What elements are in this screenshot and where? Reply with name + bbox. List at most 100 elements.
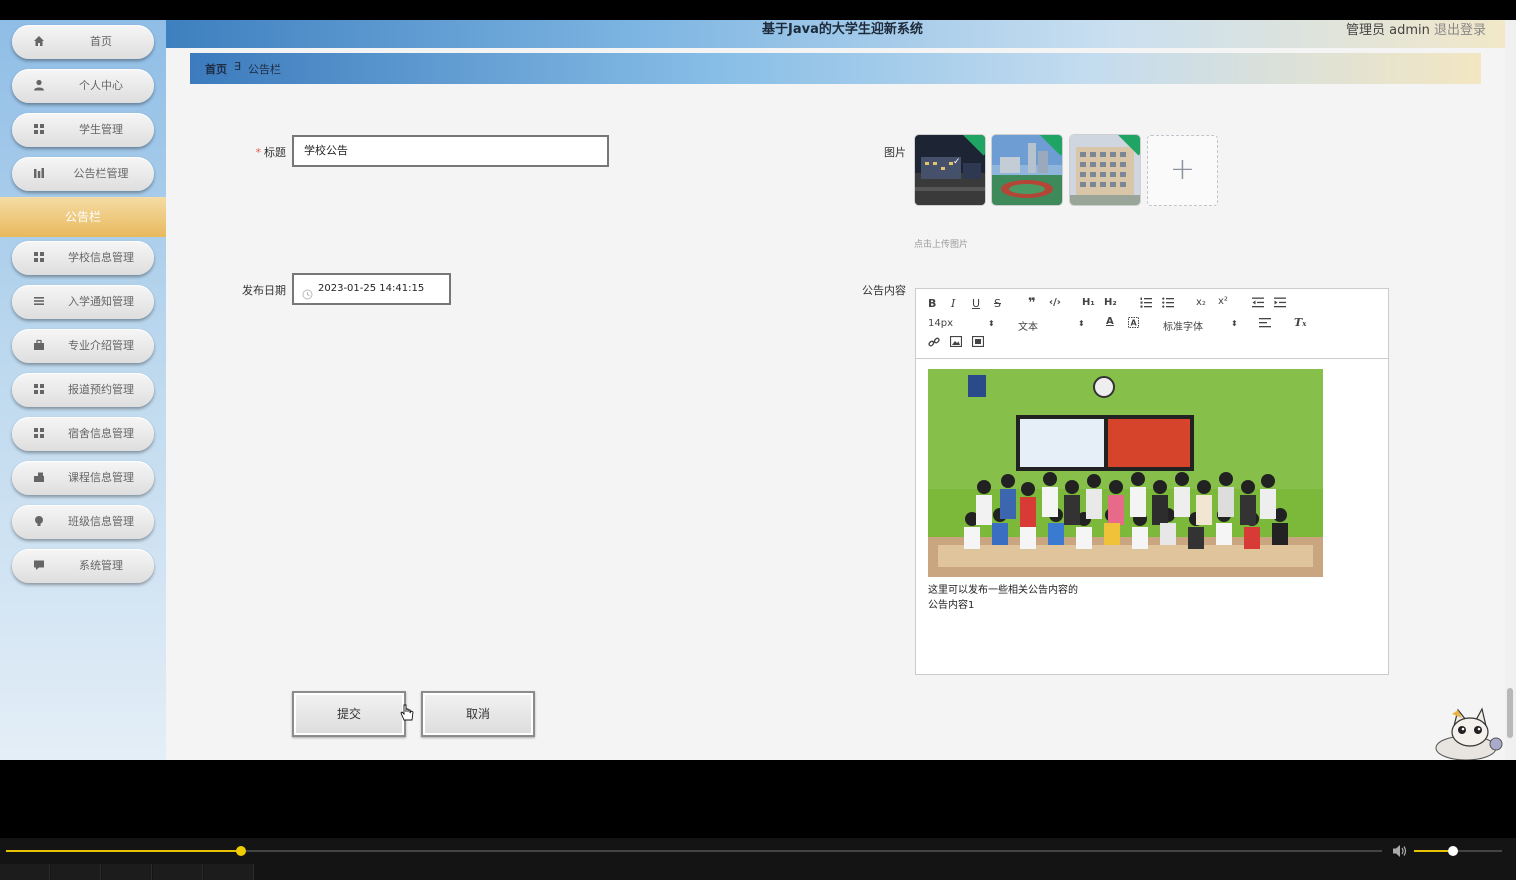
sidebar-item-label: 入学通知管理 xyxy=(68,295,134,308)
control-segment xyxy=(51,864,101,880)
sidebar-item-label: 专业介绍管理 xyxy=(68,339,134,352)
sidebar-item-class[interactable]: 班级信息管理 xyxy=(12,505,154,539)
breadcrumb-separator: ∃ xyxy=(234,60,241,73)
background-color-icon[interactable]: A xyxy=(1128,317,1139,331)
logout-link[interactable]: 退出登录 xyxy=(1434,20,1486,38)
upload-hint: 点击上传图片 xyxy=(914,240,969,250)
underline-icon[interactable]: U xyxy=(972,297,980,310)
cat-mascot-image xyxy=(1432,706,1504,760)
sidebar-item-system[interactable]: 系统管理 xyxy=(12,549,154,583)
seek-bar-progress xyxy=(6,850,242,852)
ordered-list-icon[interactable] xyxy=(1140,297,1152,311)
heading2-icon[interactable]: H₂ xyxy=(1104,297,1117,308)
sidebar-item-registration[interactable]: 报道预约管理 xyxy=(12,373,154,407)
sidebar-item-home[interactable]: 首页 xyxy=(12,25,154,59)
align-icon[interactable] xyxy=(1259,317,1271,331)
blockquote-icon[interactable]: ❞ xyxy=(1028,296,1036,311)
grid-icon xyxy=(32,427,46,441)
rich-text-editor: B I U S ❞ ‹/› H₁ H₂ x₂ x² 14px ⬍ 文本 ⬍ A … xyxy=(915,288,1389,675)
date-value: 2023-01-25 14:41:15 xyxy=(318,283,425,294)
sidebar: 首页 个人中心 学生管理 公告栏管理 公告栏 学校信息管理 入学通知管理 专业介… xyxy=(0,20,166,760)
list-icon xyxy=(32,295,46,309)
sidebar-item-label: 公告栏管理 xyxy=(73,167,129,180)
video-insert-icon[interactable] xyxy=(971,335,985,350)
grid-icon xyxy=(32,383,46,397)
uploaded-image-2[interactable] xyxy=(992,135,1062,205)
sidebar-item-notice-board-admin[interactable]: 公告栏管理 xyxy=(12,157,154,191)
grid-icon xyxy=(32,123,46,137)
image-insert-icon[interactable] xyxy=(949,335,963,350)
grid-icon xyxy=(32,251,46,265)
sidebar-item-course[interactable]: 课程信息管理 xyxy=(12,461,154,495)
bold-icon[interactable]: B xyxy=(928,297,936,310)
app-title: 基于Java的大学生迎新系统 xyxy=(762,22,923,37)
plus-icon: + xyxy=(1169,152,1196,187)
editor-toolbar: B I U S ❞ ‹/› H₁ H₂ x₂ x² 14px ⬍ 文本 ⬍ A … xyxy=(916,289,1388,359)
breadcrumb-home[interactable]: 首页 xyxy=(205,61,227,77)
superscript-icon[interactable]: x² xyxy=(1218,296,1228,307)
sidebar-item-label: 系统管理 xyxy=(79,559,123,572)
required-mark: * xyxy=(255,146,262,159)
heading1-icon[interactable]: H₁ xyxy=(1082,297,1095,308)
sidebar-item-school-info[interactable]: 学校信息管理 xyxy=(12,241,154,275)
date-picker-input[interactable]: 2023-01-25 14:41:15 xyxy=(292,273,451,305)
strikethrough-icon[interactable]: S xyxy=(994,297,1001,310)
home-icon xyxy=(32,35,46,49)
sidebar-item-profile[interactable]: 个人中心 xyxy=(12,69,154,103)
font-color-icon[interactable]: A xyxy=(1106,316,1114,327)
select-arrows-icon: ⬍ xyxy=(1231,319,1238,328)
scrollbar-thumb[interactable] xyxy=(1507,688,1513,738)
image-upload-button[interactable]: + xyxy=(1147,135,1218,206)
content-image xyxy=(928,369,1323,577)
sidebar-item-label: 首页 xyxy=(90,35,112,48)
font-size-select[interactable]: 14px ⬍ xyxy=(928,318,998,329)
vertical-scrollbar[interactable] xyxy=(1505,20,1516,760)
sidebar-item-label: 课程信息管理 xyxy=(68,471,134,484)
breadcrumb-current: 公告栏 xyxy=(248,63,281,76)
code-block-icon[interactable]: ‹/› xyxy=(1049,297,1061,308)
control-segment xyxy=(153,864,203,880)
content-text-line[interactable]: 公告内容1 xyxy=(928,596,974,611)
user-icon xyxy=(32,79,46,93)
clock-icon xyxy=(302,284,313,300)
indent-icon[interactable] xyxy=(1274,297,1286,311)
briefcase-icon xyxy=(32,339,46,353)
sidebar-item-dorm[interactable]: 宿舍信息管理 xyxy=(12,417,154,451)
clear-format-icon[interactable]: Tx xyxy=(1294,316,1306,329)
bulb-icon xyxy=(32,515,46,529)
sidebar-item-students[interactable]: 学生管理 xyxy=(12,113,154,147)
paragraph-select[interactable]: 文本 ⬍ xyxy=(1018,318,1088,333)
volume-knob[interactable] xyxy=(1447,846,1458,856)
cancel-button[interactable]: 取消 xyxy=(421,691,535,737)
content-text-line[interactable]: 这里可以发布一些相关公告内容的 xyxy=(928,581,1078,596)
font-family-select[interactable]: 标准字体 ⬍ xyxy=(1163,318,1243,333)
outdent-icon[interactable] xyxy=(1252,297,1264,311)
sidebar-item-major-intro[interactable]: 专业介绍管理 xyxy=(12,329,154,363)
bullet-list-icon[interactable] xyxy=(1162,297,1174,311)
hand-cursor-icon xyxy=(400,704,414,722)
italic-icon[interactable]: I xyxy=(951,297,955,310)
volume-icon[interactable] xyxy=(1392,843,1408,859)
uploaded-image-3[interactable] xyxy=(1070,135,1140,205)
seek-knob[interactable] xyxy=(236,846,247,856)
paragraph-value: 文本 xyxy=(1018,322,1038,333)
uploaded-image-1[interactable]: ✓ xyxy=(915,135,985,205)
font-size-value: 14px xyxy=(928,318,953,329)
font-family-value: 标准字体 xyxy=(1163,322,1203,333)
current-user: 管理员 admin xyxy=(1346,23,1430,38)
subscript-icon[interactable]: x₂ xyxy=(1196,297,1206,308)
control-segment xyxy=(102,864,152,880)
app-window: 首页 个人中心 学生管理 公告栏管理 公告栏 学校信息管理 入学通知管理 专业介… xyxy=(0,20,1516,760)
sidebar-subitem-notice-board[interactable]: 公告栏 xyxy=(0,197,166,237)
message-icon xyxy=(32,559,46,573)
breadcrumb: 首页 ∃ 公告栏 xyxy=(190,53,1481,84)
sidebar-item-label: 班级信息管理 xyxy=(68,515,134,528)
title-input[interactable]: 学校公告 xyxy=(292,135,609,167)
sidebar-item-admission-notice[interactable]: 入学通知管理 xyxy=(12,285,154,319)
sidebar-item-label: 学生管理 xyxy=(79,123,123,136)
sidebar-item-label: 学校信息管理 xyxy=(68,251,134,264)
link-icon[interactable] xyxy=(928,336,940,351)
chart-icon xyxy=(32,167,46,181)
date-label: 发布日期 xyxy=(242,284,286,297)
submit-button[interactable]: 提交 xyxy=(292,691,406,737)
